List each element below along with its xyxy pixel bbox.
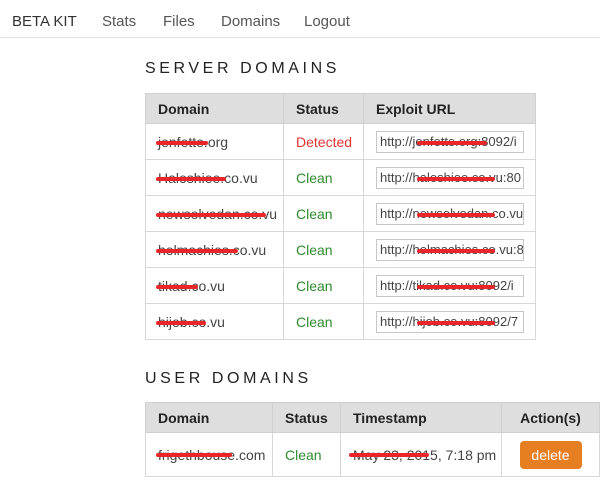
actions-cell: delete [501,432,600,477]
brand-logo[interactable]: BETA KIT [12,13,77,30]
status-text: Clean [296,241,333,258]
status-text: Clean [296,169,333,186]
status-cell: Clean [283,231,364,268]
redaction-mark [417,176,495,181]
domain-cell: newsolvedan.co.vu [145,195,284,232]
domain-cell: holmachies.co.vu [145,231,284,268]
redaction-mark [417,248,495,253]
redaction-mark [156,249,238,253]
navbar: BETA KIT Stats Files Domains Logout [0,0,600,38]
column-header-actions: Action(s) [501,402,600,433]
redaction-mark [156,213,266,217]
redaction-mark [156,141,208,145]
url-cell: http://haloshiee.co.vu:80 [363,159,536,196]
status-cell: Clean [272,432,341,477]
status-cell: Clean [283,195,364,232]
server-domains-table: Domain Status Exploit URL jenfette.org De… [145,93,536,340]
status-text: Clean [296,313,333,330]
exploit-url-input[interactable]: http://newsolvedan.co.vu [376,202,524,225]
column-header-domain: Domain [145,93,284,124]
redaction-mark [417,320,495,325]
redaction-mark [156,453,232,457]
table-row: frigethbouse.com Clean May 23, 2015, 7:18 … [145,432,600,477]
exploit-url-input[interactable]: http://jenfette.org:8092/i [376,130,524,153]
user-domains-title: USER DOMAINS [145,370,312,387]
timestamp-cell: May 23, 2015, 7:18 pm [340,432,502,477]
column-header-status: Status [283,93,364,124]
column-header-status: Status [272,402,341,433]
status-cell: Clean [283,159,364,196]
redaction-mark [417,140,487,145]
status-text: Detected [296,133,353,150]
column-header-timestamp: Timestamp [340,402,502,433]
url-cell: http://newsolvedan.co.vu [363,195,536,232]
url-cell: http://holmachies.co.vu:8 [363,231,536,268]
table-row: newsolvedan.co.vu Clean http://newsolvedan… [145,195,536,232]
column-header-exploit-url: Exploit URL [363,93,536,124]
exploit-url-input[interactable]: http://tikad.co.vu:8092/i [376,274,524,297]
table-header-row: Domain Status Exploit URL [145,93,536,124]
nav-link-files[interactable]: Files [163,13,195,30]
redaction-mark [349,453,429,457]
status-cell: Detected [283,123,364,160]
status-text: Clean [296,277,333,294]
redaction-mark [156,285,198,289]
domain-cell: jenfette.org [145,123,284,160]
table-header-row: Domain Status Timestamp Action(s) [145,402,600,433]
delete-button[interactable]: delete [519,440,582,469]
nav-link-domains[interactable]: Domains [221,13,280,30]
redaction-mark [417,212,495,217]
column-header-domain: Domain [145,402,273,433]
server-domains-title: SERVER DOMAINS [145,60,341,77]
status-text: Clean [285,446,322,463]
domain-cell: hijob.co.vu [145,303,284,340]
table-row: hijob.co.vu Clean http://hijob.co.vu:8092/… [145,303,536,340]
table-row: tikad.co.vu Clean http://tikad.co.vu:8092/… [145,267,536,304]
table-row: jenfette.org Detected http://jenfette.org:… [145,123,536,160]
redaction-mark [156,177,226,181]
status-cell: Clean [283,303,364,340]
domain-cell: Haloshiee.co.vu [145,159,284,196]
user-domains-table: Domain Status Timestamp Action(s) friget… [145,402,600,477]
url-cell: http://hijob.co.vu:8092/7 [363,303,536,340]
status-text: Clean [296,205,333,222]
domain-cell: tikad.co.vu [145,267,284,304]
table-row: Haloshiee.co.vu Clean http://haloshiee.co.… [145,159,536,196]
domain-cell: frigethbouse.com [145,432,273,477]
url-cell: http://jenfette.org:8092/i [363,123,536,160]
redaction-mark [156,321,206,325]
status-cell: Clean [283,267,364,304]
table-row: holmachies.co.vu Clean http://holmachies.c… [145,231,536,268]
exploit-url-input[interactable]: http://haloshiee.co.vu:80 [376,166,524,189]
url-cell: http://tikad.co.vu:8092/i [363,267,536,304]
nav-link-logout[interactable]: Logout [304,13,350,30]
nav-link-stats[interactable]: Stats [102,13,136,30]
exploit-url-input[interactable]: http://holmachies.co.vu:8 [376,238,524,261]
exploit-url-input[interactable]: http://hijob.co.vu:8092/7 [376,310,524,333]
redaction-mark [417,284,495,289]
